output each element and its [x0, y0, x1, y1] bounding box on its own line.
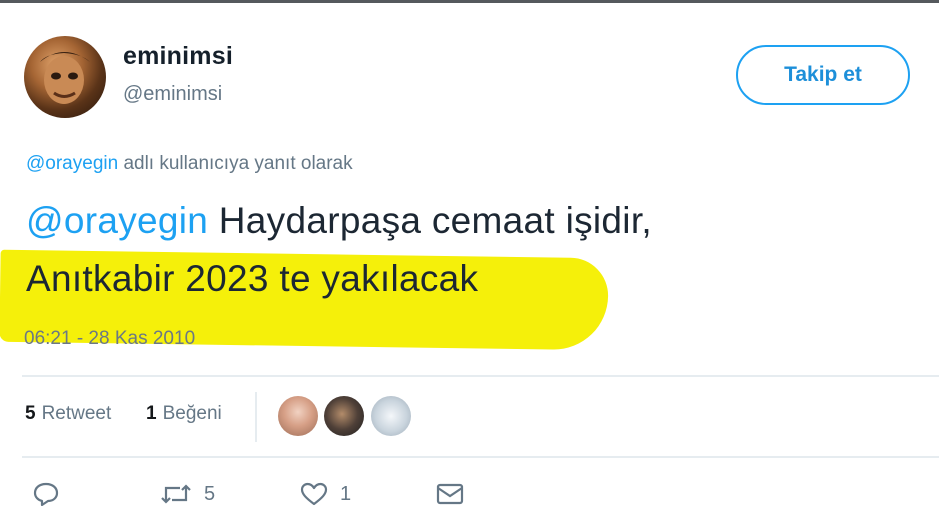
- like-stat-count: 1: [146, 403, 157, 424]
- heart-icon: [300, 482, 328, 506]
- reply-context: @orayegin adlı kullanıcıya yanıt olarak: [26, 153, 353, 175]
- author-display-name[interactable]: eminimsi: [123, 42, 233, 71]
- retweet-stat-label: Retweet: [41, 403, 112, 424]
- retweet-stat[interactable]: 5 Retweet: [25, 403, 111, 425]
- liker-avatar[interactable]: [278, 396, 318, 436]
- reply-context-text: adlı kullanıcıya yanıt olarak: [118, 153, 353, 174]
- tweet-timestamp[interactable]: 06:21 - 28 Kas 2010: [24, 328, 195, 350]
- like-count: 1: [340, 482, 352, 505]
- reply-button[interactable]: [33, 482, 59, 506]
- reply-mention-link[interactable]: @orayegin: [26, 153, 118, 174]
- tweet-text-rest: Haydarpaşa cemaat işidir,: [208, 200, 652, 241]
- envelope-icon: [436, 483, 464, 505]
- retweet-count: 5: [204, 482, 216, 505]
- retweet-icon: [161, 484, 191, 504]
- top-border: [0, 0, 939, 3]
- like-stat[interactable]: 1 Beğeni: [146, 403, 222, 425]
- retweet-stat-count: 5: [25, 403, 36, 424]
- tweet-text-line-1: @orayegin Haydarpaşa cemaat işidir,: [26, 200, 652, 242]
- liker-avatar[interactable]: [371, 396, 411, 436]
- author-avatar[interactable]: [24, 36, 106, 118]
- tweet-mention-link[interactable]: @orayegin: [26, 200, 208, 241]
- liker-avatar[interactable]: [324, 396, 364, 436]
- author-handle[interactable]: @eminimsi: [123, 83, 222, 106]
- stats-separator: [255, 392, 257, 442]
- divider: [22, 456, 939, 458]
- direct-message-button[interactable]: [436, 482, 464, 506]
- tweet-card: eminimsi @eminimsi Takip et @orayegin ad…: [0, 0, 939, 519]
- divider: [22, 375, 939, 377]
- reply-icon: [33, 482, 59, 506]
- like-stat-label: Beğeni: [162, 403, 222, 424]
- avatar-icon: [40, 52, 90, 104]
- retweet-button[interactable]: 5: [160, 482, 215, 506]
- like-button[interactable]: 1: [300, 482, 351, 506]
- follow-button[interactable]: Takip et: [736, 45, 910, 105]
- tweet-text-line-2: Anıtkabir 2023 te yakılacak: [26, 258, 479, 299]
